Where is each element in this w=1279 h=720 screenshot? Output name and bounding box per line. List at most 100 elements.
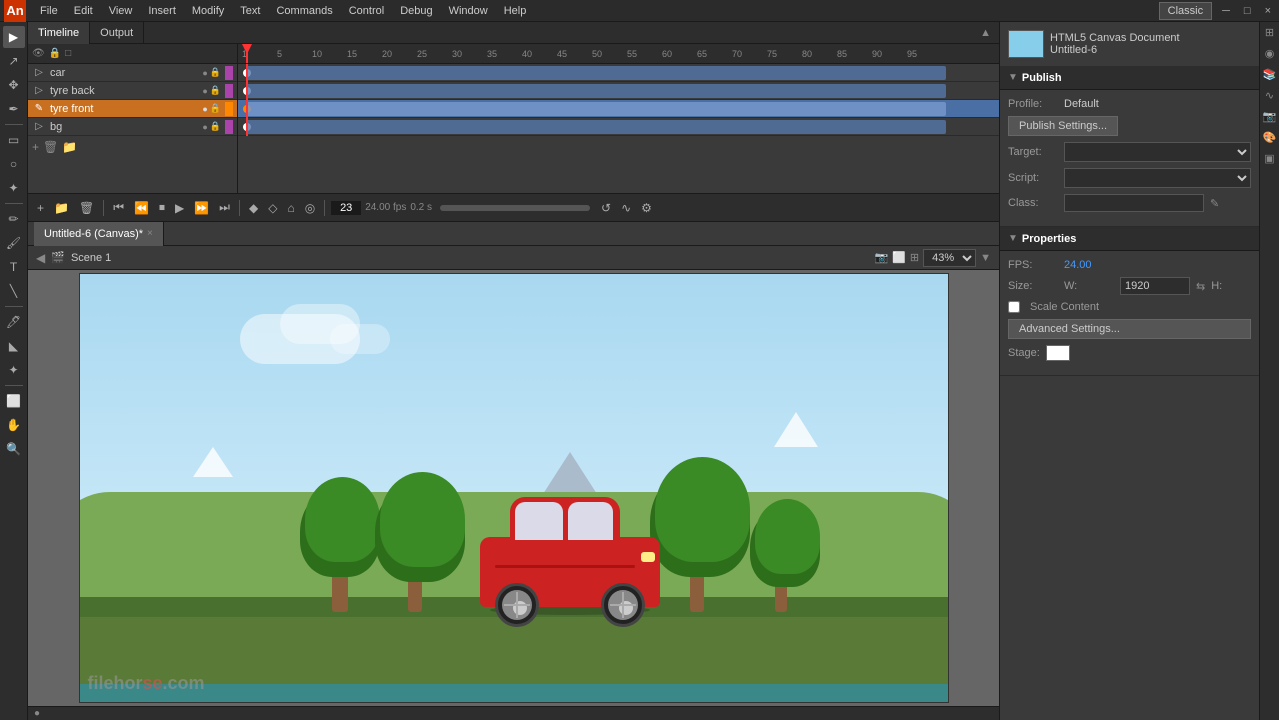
tool-paintbucket[interactable]: ◣ <box>3 335 25 357</box>
tool-zoom[interactable]: 🔍 <box>3 438 25 460</box>
tool-text[interactable]: T <box>3 256 25 278</box>
menu-edit[interactable]: Edit <box>66 0 101 22</box>
menu-view[interactable]: View <box>101 0 141 22</box>
frame-row-tyre-front[interactable] <box>238 100 999 118</box>
play-next-btn[interactable]: ⏩ <box>191 199 212 217</box>
class-input[interactable] <box>1064 194 1204 212</box>
side-swatches-icon[interactable]: ▣ <box>1264 152 1274 165</box>
doc-tab-untitled6[interactable]: Untitled-6 (Canvas)* × <box>34 222 164 246</box>
new-folder-btn[interactable]: 📁 <box>51 199 72 217</box>
lock-icon[interactable]: 🔒 <box>210 67 221 78</box>
frame-row-car[interactable] <box>238 64 999 82</box>
layer-tyre-back[interactable]: ▷ tyre back ● 🔒 <box>28 82 237 100</box>
lock-icon-3[interactable]: 🔒 <box>210 103 221 114</box>
new-layer-btn[interactable]: + <box>34 199 47 217</box>
playhead[interactable] <box>246 44 248 63</box>
snap-btn[interactable]: ⌂ <box>284 199 297 217</box>
loop-range-slider[interactable] <box>440 205 590 211</box>
delete-layer-btn[interactable]: 🗑 <box>43 140 58 154</box>
advanced-settings-btn[interactable]: Advanced Settings... <box>1008 319 1251 339</box>
side-motion-icon[interactable]: ∿ <box>1265 89 1274 102</box>
delete-frame-btn[interactable]: 🗑 <box>76 199 97 217</box>
timeline-collapse[interactable]: ▲ <box>976 27 995 39</box>
class-edit-icon[interactable]: ✎ <box>1210 197 1219 210</box>
target-select[interactable] <box>1064 142 1251 162</box>
menu-insert[interactable]: Insert <box>140 0 184 22</box>
zoom-selector[interactable]: 43% <box>923 249 976 267</box>
tool-subselect[interactable]: ↗ <box>3 50 25 72</box>
tool-line[interactable]: ╲ <box>3 280 25 302</box>
menu-file[interactable]: File <box>32 0 66 22</box>
sync-btn[interactable]: ⚙ <box>638 199 655 217</box>
vis-dot-3[interactable]: ● <box>202 104 207 114</box>
lock-icon-2[interactable]: 🔒 <box>210 85 221 96</box>
play-last-btn[interactable]: ⏭ <box>216 198 233 217</box>
vis-dot[interactable]: ● <box>202 68 207 78</box>
menu-modify[interactable]: Modify <box>184 0 232 22</box>
menu-text[interactable]: Text <box>232 0 268 22</box>
publish-settings-btn[interactable]: Publish Settings... <box>1008 116 1118 136</box>
add-keyframe-btn[interactable]: ◆ <box>246 199 261 217</box>
tool-select[interactable]: ▶ <box>3 26 25 48</box>
workspace-selector[interactable]: Classic <box>1159 2 1212 20</box>
current-frame-counter[interactable]: 23 <box>331 201 361 215</box>
menu-control[interactable]: Control <box>341 0 392 22</box>
vis-dot-2[interactable]: ● <box>202 86 207 96</box>
play-stop-btn[interactable]: ⏹ <box>156 198 168 217</box>
play-prev-btn[interactable]: ⏪ <box>131 199 152 217</box>
scale-checkbox[interactable] <box>1008 301 1020 313</box>
tool-eraser[interactable]: ⬜ <box>3 390 25 412</box>
tool-brush[interactable]: 🖌 <box>3 232 25 254</box>
tool-polystar[interactable]: ✦ <box>3 177 25 199</box>
menu-debug[interactable]: Debug <box>392 0 440 22</box>
layer-bg[interactable]: ▷ bg ● 🔒 <box>28 118 237 136</box>
width-input[interactable] <box>1120 277 1190 295</box>
window-minimize[interactable]: ─ <box>1218 5 1234 17</box>
play-btn[interactable]: ▶ <box>172 199 187 217</box>
side-assets-icon[interactable]: ◉ <box>1265 47 1275 60</box>
onion-btn[interactable]: ◎ <box>302 199 318 217</box>
tab-output[interactable]: Output <box>90 22 144 44</box>
tool-hand[interactable]: ✋ <box>3 414 25 436</box>
script-select[interactable] <box>1064 168 1251 188</box>
folder-layer-btn[interactable]: 📁 <box>62 140 77 154</box>
remove-keyframe-btn[interactable]: ◇ <box>265 199 280 217</box>
tool-inkbottle[interactable]: 🖊 <box>3 311 25 333</box>
side-camera-icon[interactable]: 📷 <box>1263 110 1277 123</box>
tool-transform[interactable]: ✥ <box>3 74 25 96</box>
zoom-dropdown-btn[interactable]: ▼ <box>980 252 991 264</box>
tool-eyedropper[interactable]: ✦ <box>3 359 25 381</box>
canvas-viewport[interactable]: filehorse.com <box>28 270 999 706</box>
stage-color-swatch[interactable] <box>1046 345 1070 361</box>
tool-pen[interactable]: ✒ <box>3 98 25 120</box>
side-color-icon[interactable]: 🎨 <box>1263 131 1277 144</box>
publish-header[interactable]: ▼ Publish <box>1000 66 1259 90</box>
menu-window[interactable]: Window <box>441 0 496 22</box>
play-first-btn[interactable]: ⏮ <box>110 198 127 217</box>
vis-dot-4[interactable]: ● <box>202 122 207 132</box>
menu-help[interactable]: Help <box>496 0 535 22</box>
doc-tab-close[interactable]: × <box>147 222 153 246</box>
properties-header[interactable]: ▼ Properties <box>1000 227 1259 251</box>
window-maximize[interactable]: □ <box>1240 5 1255 17</box>
frame-row-tyre-back[interactable] <box>238 82 999 100</box>
layer-car[interactable]: ▷ car ● 🔒 <box>28 64 237 82</box>
loop-back-btn[interactable]: ↺ <box>598 199 614 217</box>
tool-rectangle[interactable]: ▭ <box>3 129 25 151</box>
side-properties-icon[interactable]: ⊞ <box>1265 26 1274 39</box>
scene-nav-back[interactable]: ◀ <box>36 251 45 265</box>
tool-pencil[interactable]: ✏ <box>3 208 25 230</box>
tab-timeline[interactable]: Timeline <box>28 22 90 44</box>
frame-row-bg[interactable] <box>238 118 999 136</box>
lock-icon-4[interactable]: 🔒 <box>210 121 221 132</box>
window-close[interactable]: × <box>1261 5 1275 17</box>
stage[interactable]: filehorse.com <box>79 273 949 703</box>
add-layer-btn[interactable]: + <box>32 140 39 154</box>
ease-btn[interactable]: ∿ <box>618 199 634 217</box>
link-icon[interactable]: ⇆ <box>1196 280 1205 293</box>
fps-value[interactable]: 24.00 <box>1064 259 1092 271</box>
menu-commands[interactable]: Commands <box>268 0 340 22</box>
tool-oval[interactable]: ○ <box>3 153 25 175</box>
layer-tyre-front[interactable]: ✎ tyre front ● 🔒 <box>28 100 237 118</box>
side-library-icon[interactable]: 📚 <box>1263 68 1277 81</box>
